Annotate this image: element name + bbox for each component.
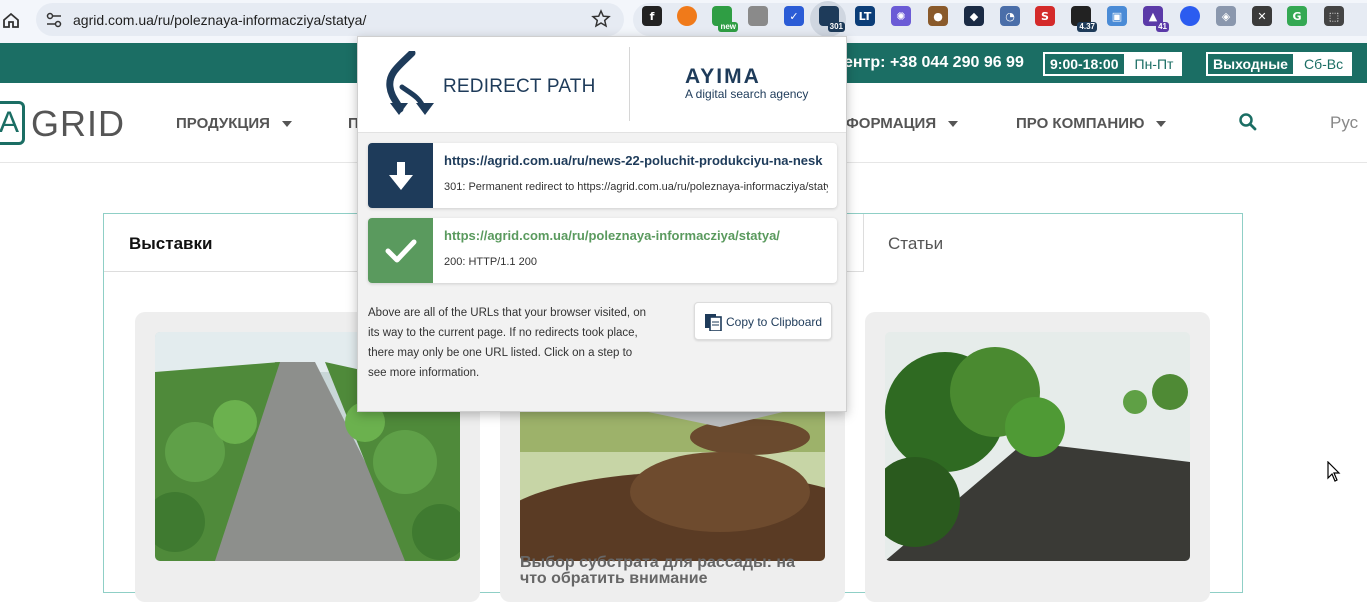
weekend-label: Выходные <box>1206 52 1295 76</box>
lt-ext-icon[interactable]: LT <box>855 6 875 26</box>
weekend-days: Сб-Вс <box>1294 52 1353 76</box>
graduate-ext-icon[interactable]: ▲ 41 <box>1143 6 1169 32</box>
hop-status: 301: Permanent redirect to https://agrid… <box>444 181 828 193</box>
google-ext-icon[interactable]: G <box>1287 6 1307 26</box>
spark-ext-icon[interactable]: ✺ <box>891 6 911 26</box>
extension-badge: 301 <box>827 22 845 32</box>
ayima-tagline: A digital search agency <box>685 87 809 101</box>
redirect-hop[interactable]: https://agrid.com.ua/ru/poleznaya-inform… <box>368 218 837 283</box>
seo-ext-icon[interactable]: S <box>1035 6 1055 26</box>
hop-url[interactable]: https://agrid.com.ua/ru/poleznaya-inform… <box>444 228 828 243</box>
address-bar[interactable]: agrid.com.ua/ru/poleznaya-informacziya/s… <box>36 3 624 36</box>
image-ext-icon[interactable]: ▣ <box>1107 6 1127 26</box>
mouse-cursor-icon <box>1327 460 1341 483</box>
logo-text[interactable]: GRID <box>31 103 125 145</box>
hex-ext-icon[interactable]: ◆ <box>964 6 984 26</box>
language-switcher[interactable]: Рус <box>1330 113 1358 133</box>
home-icon[interactable] <box>0 9 22 31</box>
extension-badge: 4.37 <box>1077 22 1097 32</box>
weekday-hours: 9:00-18:00 Пн-Пт <box>1043 52 1183 76</box>
puzzle-ext-icon[interactable]: ⬚ <box>1324 6 1344 26</box>
popup-header: REDIRECT PATH AYIMA A digital search age… <box>358 37 846 133</box>
tab-articles[interactable]: Статьи <box>864 214 1242 272</box>
header-divider <box>629 47 630 121</box>
tab-label: Выставки <box>129 234 213 253</box>
logo-mark[interactable]: A <box>0 101 25 145</box>
gauge-ext-icon[interactable]: ◔ <box>1000 6 1020 26</box>
nav-item-information[interactable]: ФОРМАЦИЯ <box>846 115 959 132</box>
copy-label: Copy to Clipboard <box>726 315 823 329</box>
redirect-path-popup: REDIRECT PATH AYIMA A digital search age… <box>357 36 847 412</box>
redirect-path-ext-icon[interactable]: 301 <box>819 6 845 32</box>
x-ext-icon[interactable]: ✕ <box>1252 6 1272 26</box>
phone-number[interactable]: ентр: +38 044 290 96 99 <box>844 54 1024 72</box>
weekend-hours: Выходные Сб-Вс <box>1206 52 1353 76</box>
nav-item-label: ПРОДУКЦИЯ <box>176 115 270 132</box>
tab-label: Статьи <box>888 234 944 253</box>
nav-item-label: ФОРМАЦИЯ <box>846 115 937 132</box>
hop-url[interactable]: https://agrid.com.ua/ru/news-22-poluchit… <box>444 153 828 168</box>
popup-description: Above are all of the URLs that your brow… <box>368 307 647 379</box>
shield-ext-icon[interactable]: ◈ <box>1216 6 1236 26</box>
arrow-down-icon <box>368 143 433 208</box>
camera-ext-icon[interactable] <box>748 6 768 26</box>
article-title[interactable]: Выбор субстрата для рассады: на что обра… <box>520 555 825 587</box>
checkbox-ext-icon[interactable]: ✓ <box>784 6 804 26</box>
checkmark-icon <box>368 218 433 283</box>
url-text[interactable]: agrid.com.ua/ru/poleznaya-informacziya/s… <box>73 12 366 28</box>
hop-status: 200: HTTP/1.1 200 <box>444 256 537 268</box>
weekday-hours-days: Пн-Пт <box>1125 52 1183 76</box>
article-card[interactable] <box>865 312 1210 602</box>
nav-item-label: ПРО КОМПАНИЮ <box>1016 115 1145 132</box>
cookie-ext-icon[interactable]: ● <box>928 6 948 26</box>
pie-ext-icon[interactable] <box>677 6 697 26</box>
extension-badge: 41 <box>1156 22 1169 32</box>
new-ext-icon[interactable]: new <box>712 6 738 32</box>
greenhouse-plants-image[interactable] <box>885 332 1190 561</box>
redirect-hop[interactable]: https://agrid.com.ua/ru/news-22-poluchit… <box>368 143 837 208</box>
caret-down-icon <box>948 121 959 128</box>
redirect-path-title: REDIRECT PATH <box>443 76 596 97</box>
ayima-logo[interactable]: AYIMA <box>685 65 761 89</box>
circle-ext-icon[interactable] <box>1180 6 1200 26</box>
formula-ext-icon[interactable]: f <box>642 6 662 26</box>
lcp-ext-icon[interactable]: 4.37 <box>1071 6 1097 32</box>
copy-to-clipboard-button[interactable]: Copy to Clipboard <box>694 302 832 340</box>
site-info-icon[interactable] <box>44 10 64 30</box>
weekday-hours-time: 9:00-18:00 <box>1043 52 1126 76</box>
nav-item-products[interactable]: ПРОДУКЦИЯ <box>176 115 292 132</box>
redirect-path-logo-icon <box>382 49 438 115</box>
caret-down-icon <box>1156 121 1167 128</box>
extension-badge: new <box>718 22 738 32</box>
clipboard-icon <box>704 313 722 332</box>
caret-down-icon <box>281 121 292 128</box>
bookmark-star-icon[interactable] <box>591 9 611 29</box>
search-icon[interactable] <box>1238 112 1258 132</box>
nav-item-about[interactable]: ПРО КОМПАНИЮ <box>1016 115 1167 132</box>
